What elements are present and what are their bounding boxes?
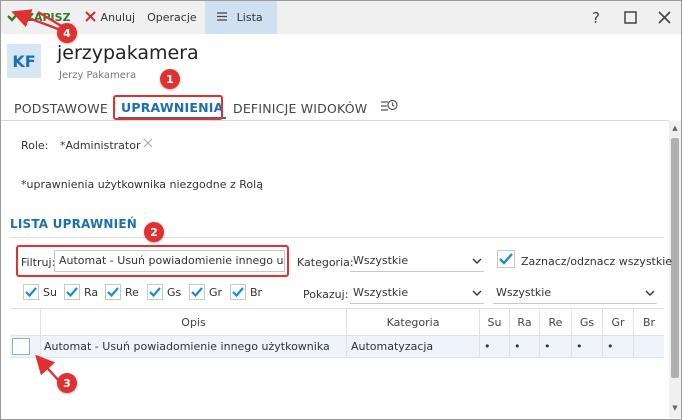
check-icon (7, 10, 21, 25)
show-value-2: Wszystkie (496, 286, 552, 299)
column-toggle-gr[interactable]: Gr (189, 284, 222, 300)
row-description: Automat - Usuń powiadomienie innego użyt… (41, 336, 347, 357)
help-icon: ? (592, 8, 600, 27)
row-flag-gs: • (572, 336, 603, 357)
hamburger-icon (216, 11, 227, 24)
category-value: Wszystkie (353, 254, 409, 267)
window-controls: ? (579, 1, 681, 34)
section-title: LISTA UPRAWNIEŃ (10, 217, 137, 231)
show-select-2[interactable]: Wszystkie (493, 282, 657, 304)
save-label: ZAPISZ (26, 11, 71, 24)
role-value: *Administrator (60, 139, 141, 152)
close-window-button[interactable] (647, 1, 681, 34)
row-category: Automatyzacja (347, 336, 480, 357)
help-button[interactable]: ? (579, 1, 613, 34)
annotation-badge-2: 2 (144, 222, 164, 242)
row-flag-ra: • (510, 336, 540, 357)
header-re[interactable]: Re (540, 309, 572, 335)
header-gs[interactable]: Gs (572, 309, 603, 335)
section-divider (10, 237, 664, 238)
column-toggle-re[interactable]: Re (105, 284, 139, 300)
role-mismatch-note: *uprawnienia użytkownika niezgodne z Rol… (21, 178, 263, 191)
show-select-1[interactable]: Wszystkie (350, 282, 484, 304)
maximize-icon (623, 11, 637, 24)
tab-view-definitions[interactable]: DEFINICJE WIDOKÓW (233, 97, 367, 119)
permissions-table: Opis Kategoria Su Ra Re Gs Gr Br Automat… (10, 308, 664, 358)
operations-button[interactable]: Operacje (143, 1, 201, 34)
tab-bar: PODSTAWOWE UPRAWNIENIA DEFINICJE WIDOKÓW (1, 95, 669, 121)
avatar: KF (7, 44, 41, 78)
row-flag-br (634, 336, 664, 357)
check-icon (230, 284, 246, 300)
close-icon (84, 10, 96, 25)
header-br[interactable]: Br (634, 309, 664, 335)
toggle-all-label: Zaznacz/odznacz wszystkie (521, 255, 673, 268)
row-select-cell (10, 336, 41, 357)
column-toggle-br[interactable]: Br (230, 284, 262, 300)
list-button[interactable]: Lista (204, 1, 277, 34)
history-tab[interactable] (380, 95, 398, 117)
column-toggle-gs[interactable]: Gs (147, 284, 181, 300)
category-label: Kategoria: (297, 256, 354, 269)
toolbar: ZAPISZ Anuluj Operacje Lista ? (1, 1, 681, 34)
chevron-down-icon (472, 250, 482, 281)
row-flag-re: • (540, 336, 572, 357)
table-row[interactable]: Automat - Usuń powiadomienie innego użyt… (10, 336, 664, 358)
check-icon (23, 284, 39, 300)
header-ra[interactable]: Ra (510, 309, 540, 335)
remove-role-icon[interactable] (143, 137, 153, 152)
tab-basic[interactable]: PODSTAWOWE (14, 97, 108, 119)
scroll-down-icon[interactable]: ▼ (671, 404, 679, 412)
category-select[interactable]: Wszystkie (350, 250, 484, 272)
row-flag-su: • (480, 336, 510, 357)
role-label: Role: (21, 139, 49, 152)
operations-label: Operacje (147, 11, 197, 24)
history-icon (381, 99, 398, 111)
cancel-label: Anuluj (100, 11, 136, 24)
column-toggle-su[interactable]: Su (23, 284, 57, 300)
cancel-button[interactable]: Anuluj (81, 1, 140, 34)
header-category[interactable]: Kategoria (347, 309, 480, 335)
header-su[interactable]: Su (480, 309, 510, 335)
close-window-icon (657, 11, 671, 24)
header-select (10, 309, 41, 335)
highlight-permissions-tab (113, 95, 223, 120)
row-checkbox[interactable] (12, 338, 30, 355)
highlight-filter (16, 245, 289, 277)
check-icon (189, 284, 205, 300)
header-gr[interactable]: Gr (603, 309, 634, 335)
check-icon (147, 284, 163, 300)
header-description[interactable]: Opis (41, 309, 347, 335)
check-icon (105, 284, 121, 300)
row-flag-gr: • (603, 336, 634, 357)
show-value-1: Wszystkie (353, 286, 409, 299)
scrollbar-thumb[interactable] (671, 138, 679, 378)
show-label: Pokazuj: (303, 288, 349, 301)
username: jerzypakamera (57, 42, 199, 64)
check-icon (64, 284, 80, 300)
scroll-up-icon[interactable]: ▲ (671, 124, 679, 132)
annotation-badge-3: 3 (57, 373, 77, 393)
toggle-all-checkbox[interactable] (497, 250, 515, 268)
full-name: Jerzy Pakamera (59, 70, 137, 81)
list-label: Lista (236, 11, 263, 24)
maximize-button[interactable] (613, 1, 647, 34)
annotation-badge-1: 1 (160, 69, 180, 89)
column-toggle-ra[interactable]: Ra (64, 284, 98, 300)
table-header: Opis Kategoria Su Ra Re Gs Gr Br (10, 308, 664, 336)
check-icon (499, 253, 513, 265)
annotation-badge-4: 4 (57, 23, 77, 43)
